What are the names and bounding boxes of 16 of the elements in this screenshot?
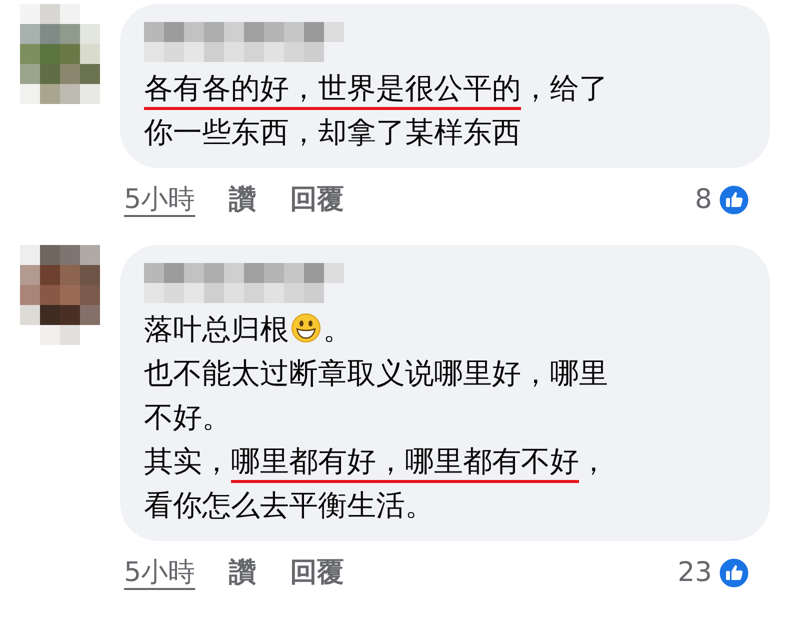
- reply-link[interactable]: 回覆: [290, 552, 344, 593]
- reply-link[interactable]: 回覆: [290, 180, 344, 220]
- reaction-count: 23: [678, 556, 712, 590]
- like-link[interactable]: 讚: [229, 180, 256, 220]
- timestamp-link[interactable]: 5小時: [124, 552, 196, 593]
- comment-text: 看你怎么去平衡生活。: [144, 486, 435, 524]
- grinning-face-icon: [291, 312, 321, 342]
- thumbs-up-icon: [718, 556, 750, 589]
- comment-text: 不好。: [144, 398, 232, 436]
- like-link[interactable]: 讚: [229, 552, 256, 593]
- timestamp-link[interactable]: 5小時: [124, 180, 196, 220]
- comment-text: 你一些东西，却拿了某样东西: [144, 114, 522, 151]
- comment-text: 落叶总归根 。: [144, 310, 353, 348]
- reaction-count: 8: [694, 183, 712, 217]
- thumbs-up-icon: [718, 184, 750, 216]
- comment-text: 也不能太过断章取义说哪里好，哪里: [144, 354, 609, 392]
